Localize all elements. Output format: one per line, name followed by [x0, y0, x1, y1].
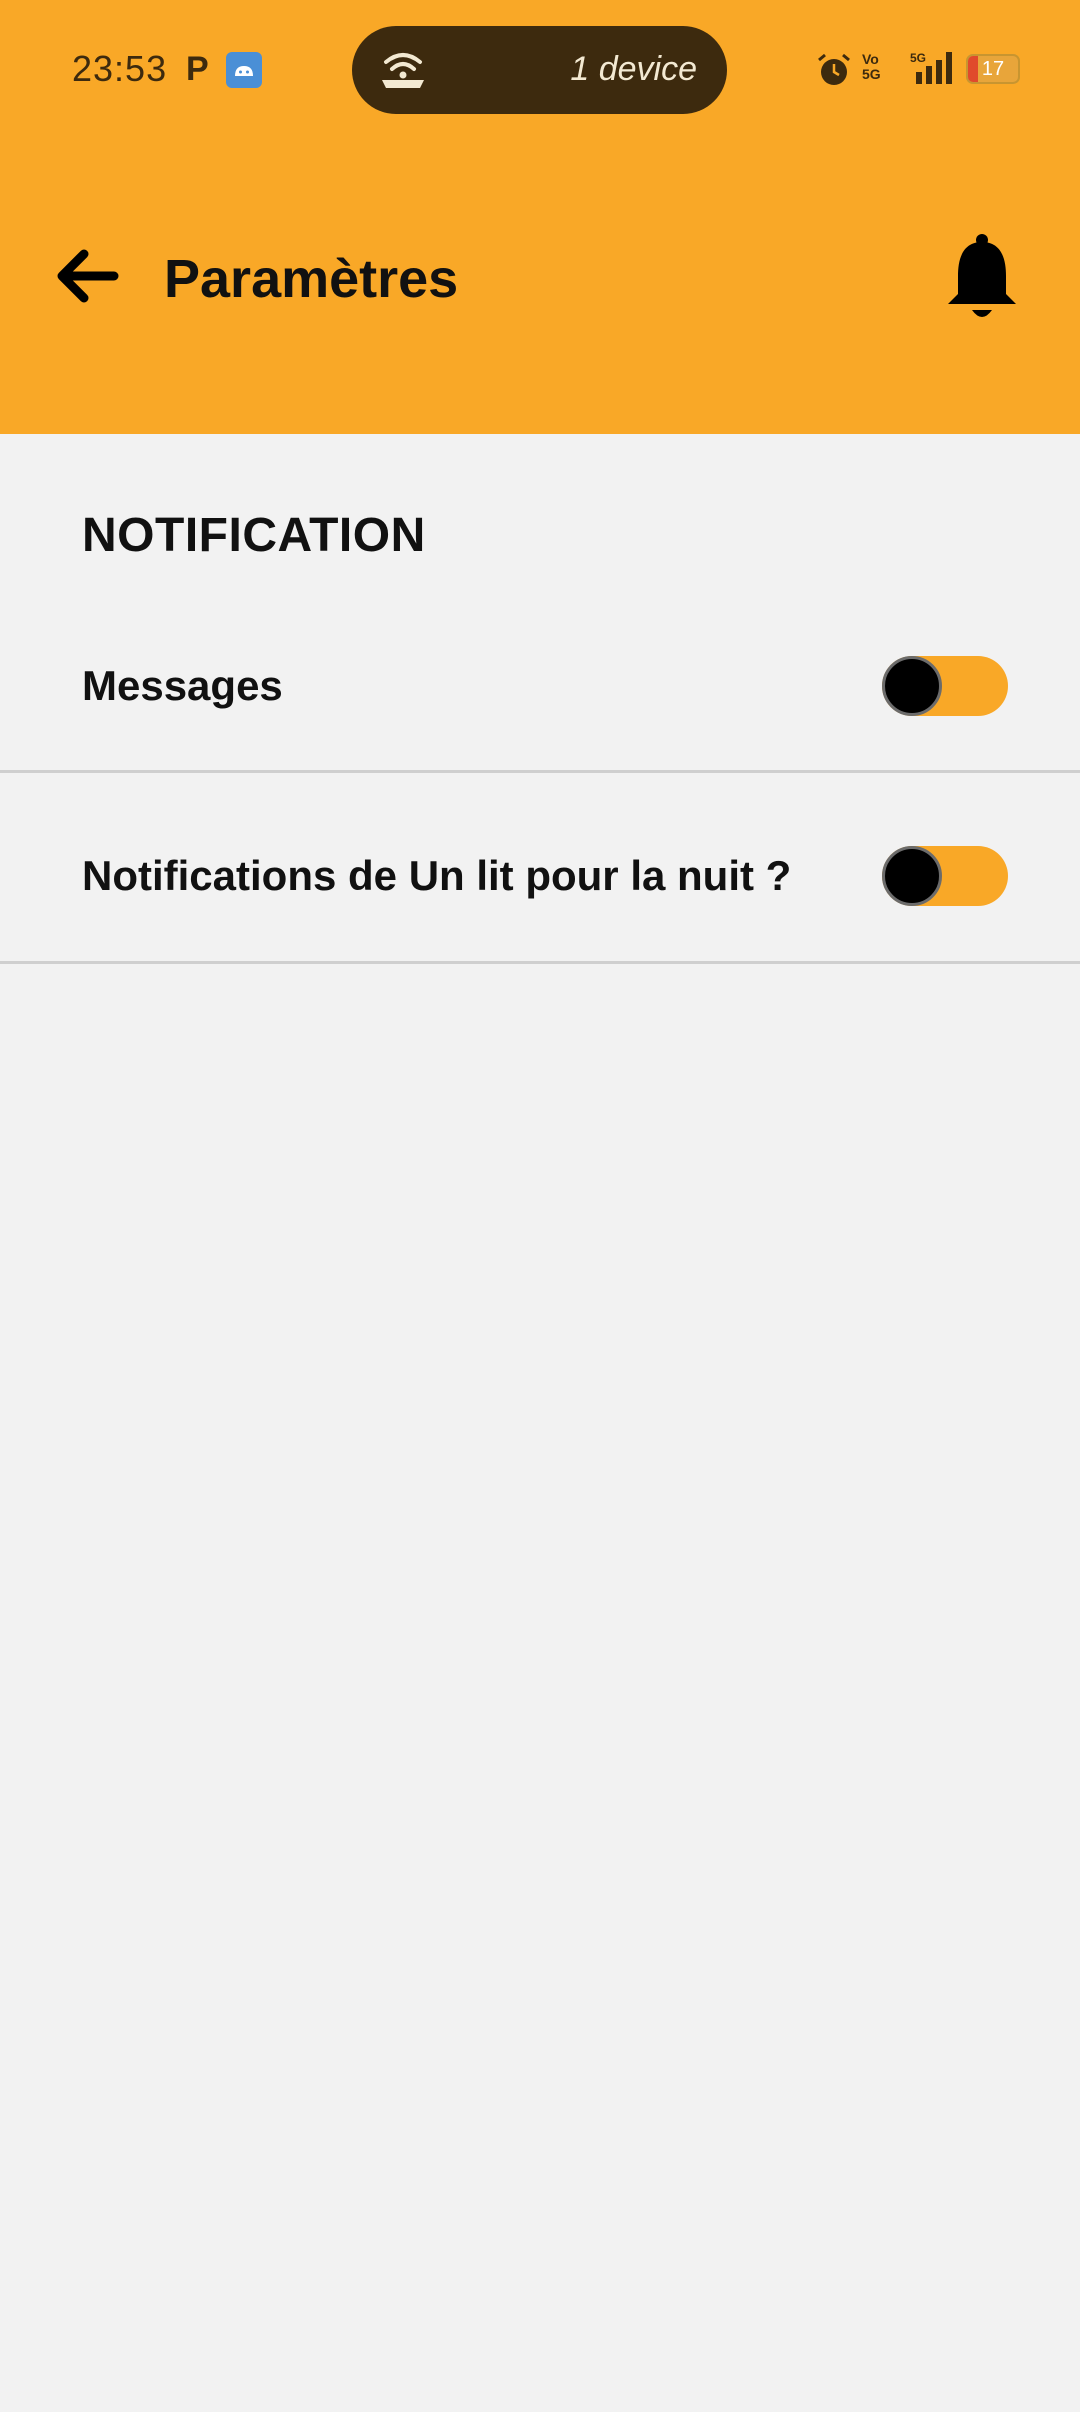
signal-network-label: 5G — [910, 51, 926, 65]
hotspot-devices: 1 device — [570, 50, 697, 88]
volte-indicator: Vo 5G — [862, 52, 881, 82]
android-icon — [226, 52, 262, 88]
row-divider — [0, 770, 1080, 773]
bed-notifications-toggle[interactable] — [882, 846, 1008, 906]
page-title: Paramètres — [164, 249, 459, 309]
hotspot-icon — [380, 48, 426, 95]
bell-icon — [948, 234, 1016, 317]
section-title: NOTIFICATION — [82, 509, 426, 562]
arrow-left-icon — [57, 249, 119, 303]
volte-line1: Vo — [862, 51, 879, 67]
battery-level: 17 — [981, 58, 1005, 80]
status-time: 23:53 — [72, 48, 168, 89]
app-header: 23:53 P 1 device Vo 5G 5G 17 Paramètres — [0, 0, 1080, 434]
back-button[interactable] — [50, 240, 122, 312]
alarm-icon — [816, 52, 852, 93]
setting-row-messages: Messages — [0, 648, 1080, 838]
battery-icon: 17 — [966, 54, 1020, 84]
setting-row-bed-notifications: Notifications de Un lit pour la nuit ? — [0, 838, 1080, 1028]
parking-icon: P — [186, 50, 209, 88]
row-divider — [0, 961, 1080, 964]
status-icons: Vo 5G 5G 17 — [816, 50, 1026, 90]
signal-icon: 5G — [902, 50, 956, 91]
notifications-button[interactable] — [942, 232, 1022, 322]
setting-label: Notifications de Un lit pour la nuit ? — [82, 852, 792, 899]
setting-label: Messages — [82, 662, 283, 709]
messages-toggle[interactable] — [882, 656, 1008, 716]
status-bar: 23:53 P 1 device Vo 5G 5G 17 — [0, 0, 1080, 140]
hotspot-pill[interactable]: 1 device — [352, 26, 727, 114]
volte-line2: 5G — [862, 66, 881, 82]
toggle-knob — [882, 846, 942, 906]
toggle-knob — [882, 656, 942, 716]
battery-fill — [968, 56, 978, 82]
